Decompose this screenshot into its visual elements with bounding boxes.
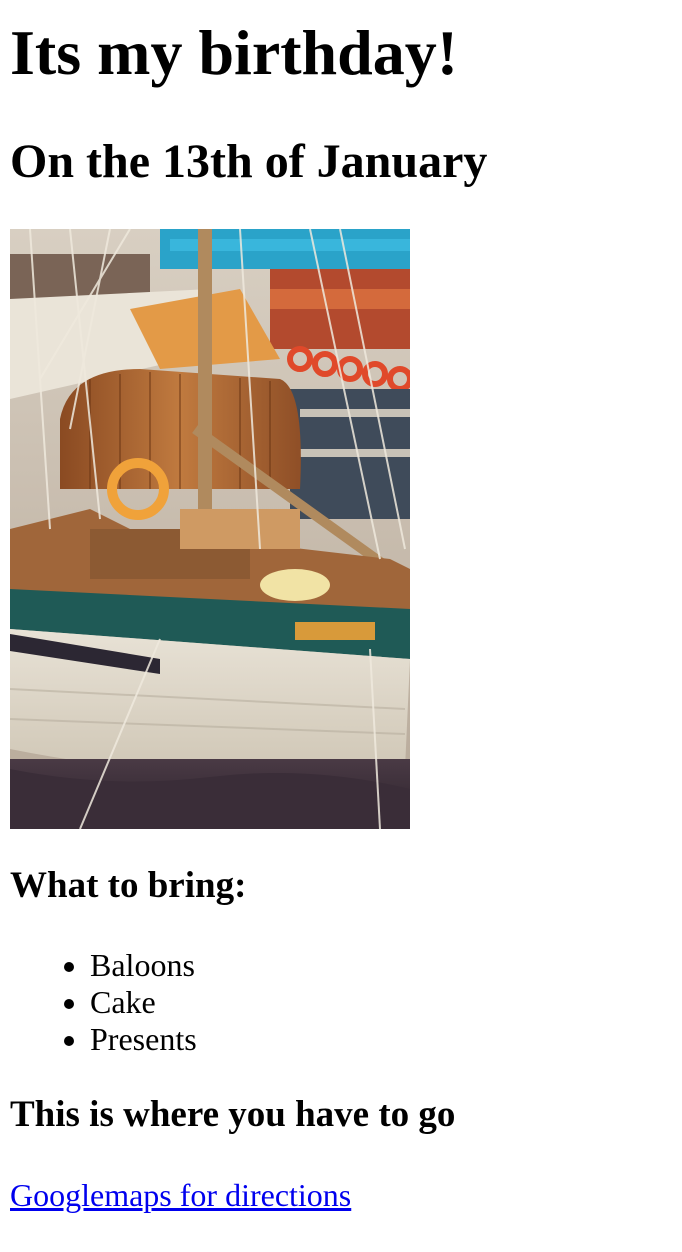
where-heading: This is where you have to go	[10, 1094, 456, 1136]
list-item: Baloons	[90, 947, 672, 984]
what-to-bring-heading: What to bring:	[10, 864, 247, 906]
list-item: Cake	[90, 984, 672, 1021]
page: Its my birthday! On the 13th of January	[0, 16, 682, 1214]
list-item: Presents	[90, 1021, 672, 1058]
page-subtitle: On the 13th of January	[10, 134, 488, 188]
page-title: Its my birthday!	[10, 17, 459, 88]
directions-link[interactable]: Googlemaps for directions	[10, 1177, 351, 1214]
boat-photo	[10, 228, 410, 829]
bring-list: Baloons Cake Presents	[10, 947, 672, 1058]
